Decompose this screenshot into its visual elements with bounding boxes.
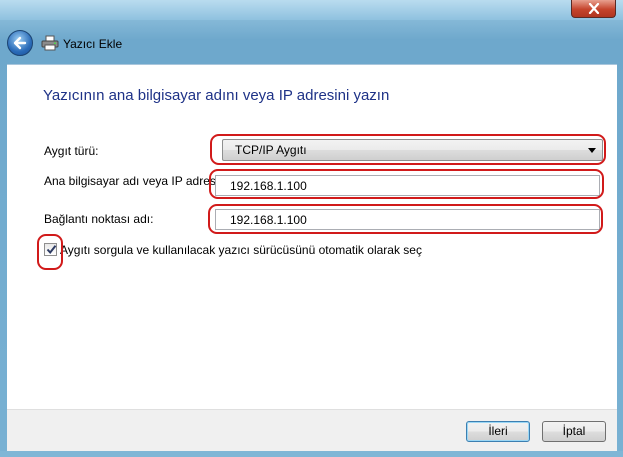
title-bar [0,0,623,20]
chevron-down-icon [588,148,596,153]
host-label: Ana bilgisayar adı veya IP adresi [44,174,219,188]
device-type-select[interactable]: TCP/IP Aygıtı [222,139,603,161]
next-button[interactable]: İleri [466,421,530,442]
back-arrow-icon [13,36,27,50]
auto-driver-checkbox[interactable] [44,243,57,256]
close-button[interactable] [571,0,616,18]
host-input-value: 192.168.1.100 [230,179,307,193]
wizard-footer: İleri İptal [7,409,617,452]
close-icon [588,2,599,15]
port-input[interactable]: 192.168.1.100 [215,209,600,230]
page-title: Yazıcının ana bilgisayar adını veya IP a… [43,87,390,104]
port-input-value: 192.168.1.100 [230,213,307,227]
window-frame: Yazıcı Ekle Yazıcının ana bilgisayar adı… [0,0,623,457]
window-bottom-edge [0,451,623,457]
host-input[interactable]: 192.168.1.100 [215,175,600,196]
wizard-content: Yazıcının ana bilgisayar adını veya IP a… [7,64,617,410]
auto-driver-label: Aygıtı sorgula ve kullanılacak yazıcı sü… [60,243,422,257]
navigation-bar: Yazıcı Ekle [0,20,623,64]
device-type-label: Aygıt türü: [44,144,99,158]
printer-icon [41,35,59,51]
back-button[interactable] [7,30,33,56]
device-type-value: TCP/IP Aygıtı [235,143,307,157]
port-label: Bağlantı noktası adı: [44,212,154,226]
cancel-button[interactable]: İptal [542,421,606,442]
window-title: Yazıcı Ekle [63,37,123,51]
checkmark-icon [46,245,57,255]
